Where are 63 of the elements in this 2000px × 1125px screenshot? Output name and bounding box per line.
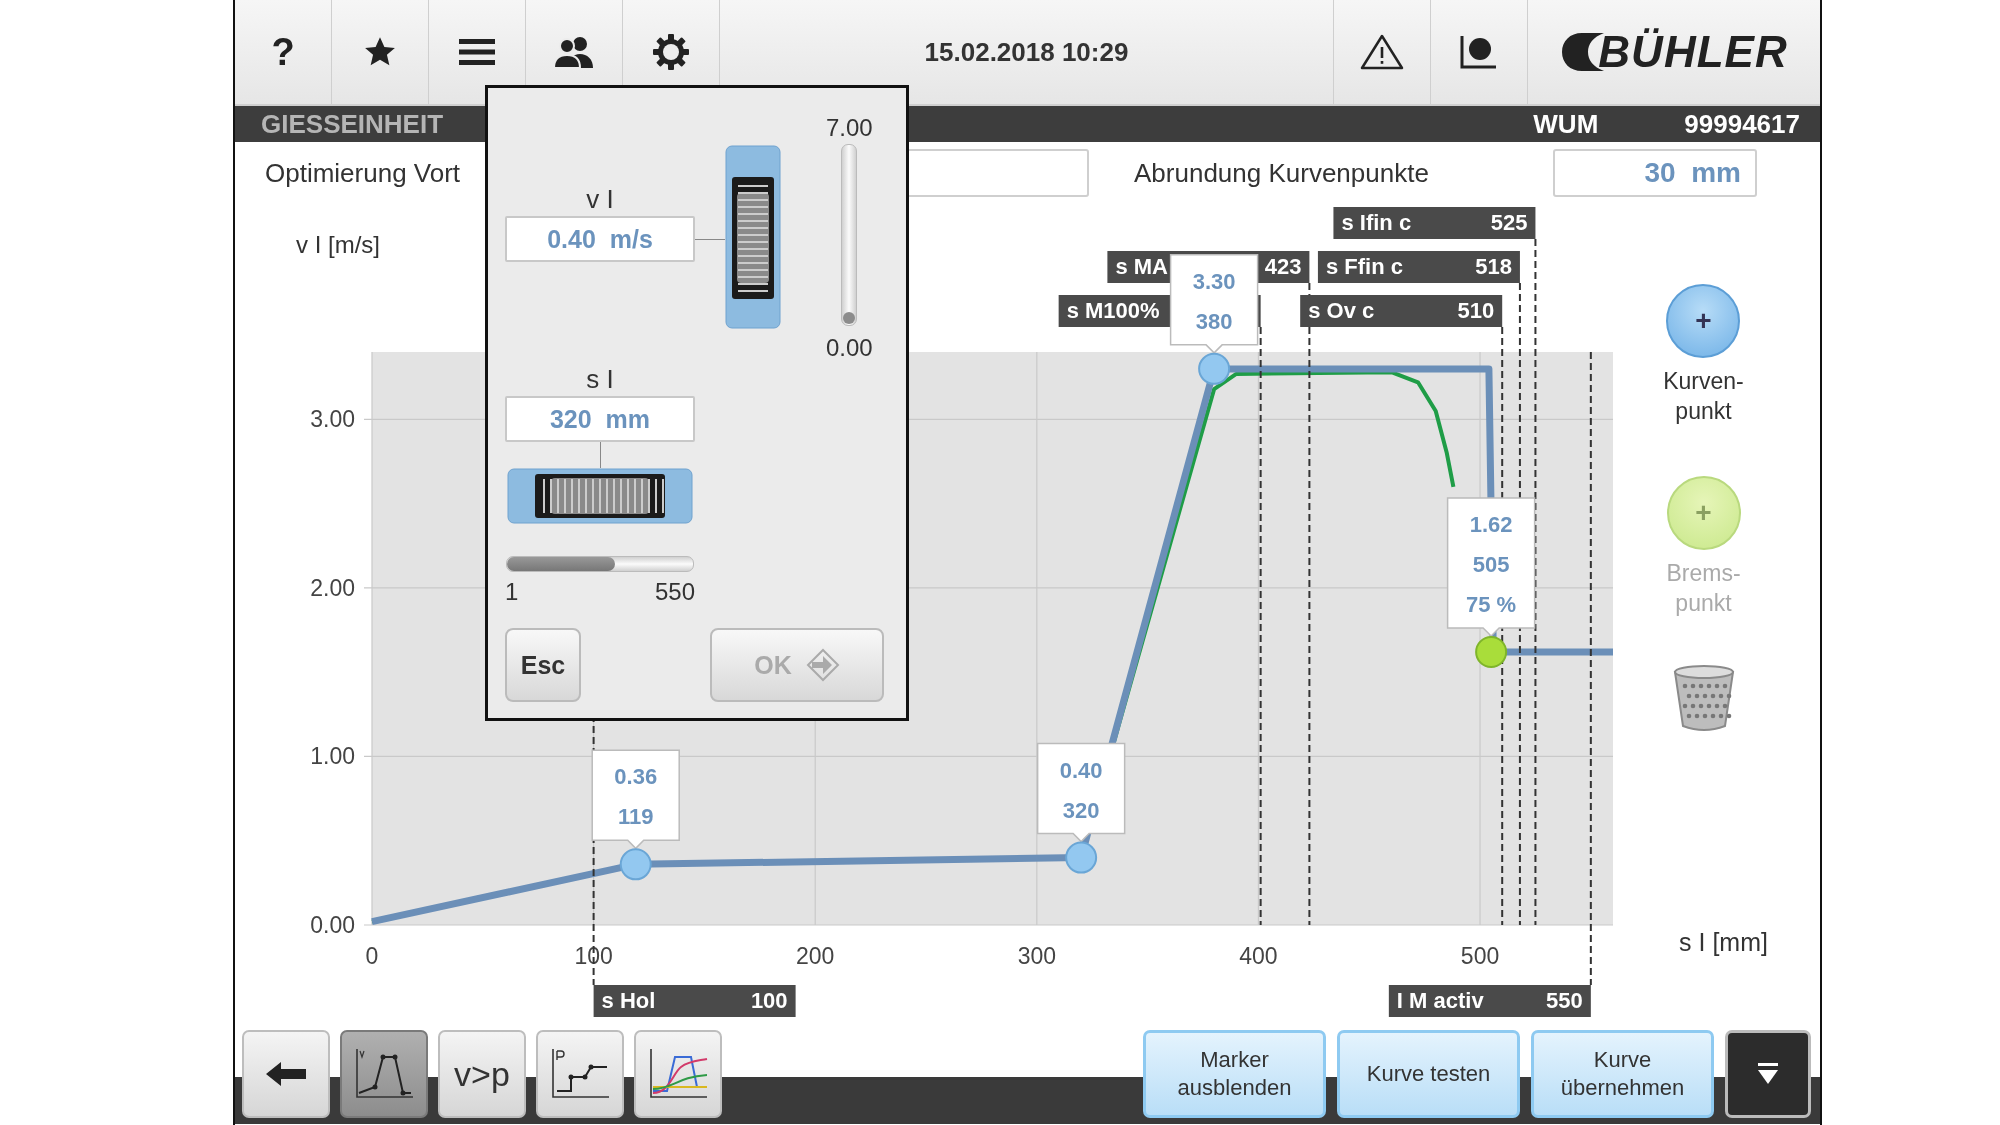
add-point-button[interactable]: + <box>1666 284 1741 358</box>
arrow-left-icon <box>266 1061 306 1087</box>
marker-tag: s Ov c 510 <box>1300 295 1503 327</box>
settings-icon <box>652 33 690 71</box>
machine-label: WUM <box>1533 108 1599 140</box>
velocity-profile-button[interactable] <box>340 1030 428 1118</box>
mode-button[interactable]: v>p <box>438 1030 526 1118</box>
max-label: 550 <box>654 578 695 606</box>
x-tick-label: 0 <box>365 943 379 969</box>
y-tick-label: 2.00 <box>310 574 355 601</box>
y-tick-label: 3.00 <box>310 406 355 433</box>
max-label: 7.00 <box>826 114 873 142</box>
button-caption: Kurven- punkt <box>1663 367 1744 426</box>
x-axis-title: s I [mm] <box>1679 928 1768 957</box>
min-label: 1 <box>505 578 519 606</box>
chart-dot-icon <box>1459 34 1499 70</box>
arrow-icon <box>805 648 840 682</box>
y-axis-title: v I [m/s] <box>296 231 380 258</box>
setting-label: Optimierung Vort <box>265 157 462 189</box>
point-tooltip: 1.62 505 75 % <box>1446 497 1536 638</box>
x-tick-label: 500 <box>1460 943 1500 969</box>
x-tick-label: 300 <box>1017 943 1056 969</box>
scroll-wheel[interactable] <box>507 468 693 524</box>
caret-icon <box>1756 1063 1780 1085</box>
setting-label: Abrundung Kurvenpunkte <box>1134 157 1430 189</box>
min-label: 0.00 <box>826 334 873 362</box>
point-tooltip: 0.40 320 <box>1036 742 1126 843</box>
users-icon <box>553 35 595 69</box>
slider-thumb[interactable] <box>843 312 856 324</box>
x-tick-label: 400 <box>1239 943 1278 969</box>
field-label: v I <box>586 183 614 216</box>
field-label: s I <box>586 363 614 396</box>
more-button[interactable] <box>1725 1030 1811 1118</box>
curve-point[interactable] <box>1198 352 1231 385</box>
marker-tag: s Ffin c 518 <box>1317 251 1520 283</box>
marker-tag: s Hol 100 <box>593 985 796 1017</box>
section-title: GIESSEINHEIT <box>261 108 444 140</box>
multi-curve-button[interactable] <box>634 1030 722 1118</box>
action-button[interactable]: Kurve übernehmen <box>1531 1030 1714 1118</box>
point-tooltip: 3.30 380 <box>1169 254 1259 354</box>
back-button[interactable] <box>242 1030 330 1118</box>
x-tick-label: 200 <box>796 943 835 969</box>
marker-tag: s Ifin c 525 <box>1333 207 1536 239</box>
point-tooltip: 0.36 119 <box>591 749 680 850</box>
cancel-button[interactable]: Esc <box>505 628 581 702</box>
multi-curve-icon <box>647 1047 709 1101</box>
x-tick-label: 100 <box>574 943 613 969</box>
slider-fill[interactable] <box>507 557 615 571</box>
machine-number: 99994617 <box>1684 108 1800 140</box>
action-button[interactable]: Marker ausblenden <box>1143 1030 1326 1118</box>
scroll-wheel[interactable] <box>725 145 781 329</box>
menu-icon <box>459 38 495 66</box>
y-tick-label: 0.00 <box>310 912 355 938</box>
button-caption: Brems- punkt <box>1666 559 1741 618</box>
warning-icon <box>1360 34 1404 70</box>
marker-tag: I M activ 550 <box>1388 985 1591 1017</box>
step-chart-icon <box>549 1047 611 1101</box>
brand-logo: BÜHLER <box>1598 27 1788 77</box>
profile-chart-icon <box>353 1047 415 1101</box>
help-button[interactable]: ? <box>235 0 332 104</box>
y-tick-label: 1.00 <box>310 743 355 770</box>
pressure-profile-button[interactable] <box>536 1030 624 1118</box>
action-button[interactable]: Kurve testen <box>1337 1030 1520 1118</box>
